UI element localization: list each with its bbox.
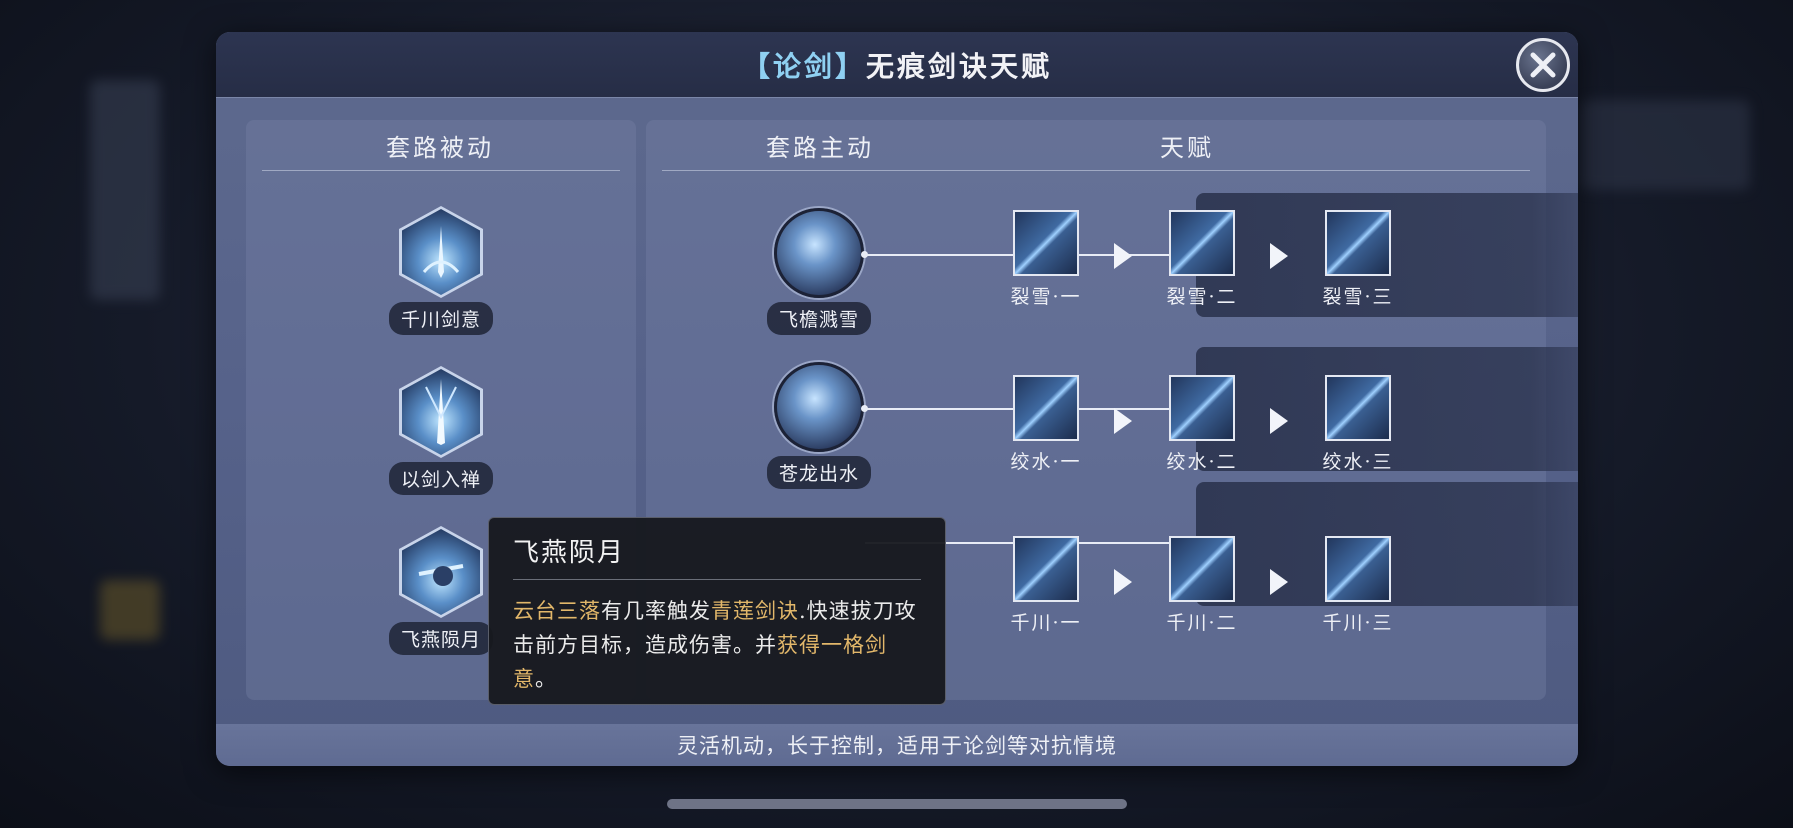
passive-heading: 套路被动 bbox=[386, 134, 494, 162]
talent-icon bbox=[1169, 210, 1235, 276]
talent-label: 裂雪·一 bbox=[1010, 286, 1082, 308]
talent-label: 绞水·二 bbox=[1166, 451, 1238, 473]
talent-icon bbox=[1013, 375, 1079, 441]
home-indicator[interactable] bbox=[667, 799, 1127, 809]
dragon-water-icon bbox=[774, 362, 864, 452]
tooltip-text: 有几率触发 bbox=[601, 599, 711, 623]
talent-liexue-3[interactable]: 裂雪·三 bbox=[1293, 210, 1423, 309]
talent-qianchuan-2[interactable]: 千川·二 bbox=[1137, 536, 1267, 635]
arrow-right-icon bbox=[1270, 243, 1288, 269]
talent-jiaoshui-1[interactable]: 绞水·一 bbox=[981, 375, 1111, 474]
connector-dot bbox=[861, 251, 868, 258]
passive-skill-label: 以剑入禅 bbox=[388, 462, 493, 495]
title-text: 无痕剑诀天赋 bbox=[866, 49, 1053, 83]
talent-jiaoshui-2[interactable]: 绞水·二 bbox=[1137, 375, 1267, 474]
title-bar: 【论剑】无痕剑诀天赋 bbox=[216, 32, 1578, 98]
tooltip-text: 。 bbox=[535, 667, 557, 691]
talent-icon bbox=[1013, 210, 1079, 276]
title-bracket-close: 】 bbox=[835, 49, 867, 83]
sword-aura-icon bbox=[402, 209, 480, 295]
talent-qianchuan-1[interactable]: 千川·一 bbox=[981, 536, 1111, 635]
talent-qianchuan-3[interactable]: 千川·三 bbox=[1293, 536, 1423, 635]
passive-skill-label: 千川剑意 bbox=[388, 302, 493, 335]
tooltip-body: 云台三落有几率触发青莲剑诀.快速拔刀攻击前方目标，造成伤害。并获得一格剑意。 bbox=[513, 594, 921, 696]
passive-skill-1[interactable]: 千川剑意 bbox=[381, 206, 501, 335]
talent-liexue-1[interactable]: 裂雪·一 bbox=[981, 210, 1111, 309]
active-heading: 套路主动 bbox=[766, 134, 874, 162]
talent-icon bbox=[1325, 536, 1391, 602]
talent-liexue-2[interactable]: 裂雪·二 bbox=[1137, 210, 1267, 309]
talent-label: 千川·二 bbox=[1166, 612, 1238, 634]
passive-skill-3[interactable]: 飞燕陨月 bbox=[381, 526, 501, 655]
active-skill-2[interactable]: 苍龙出水 bbox=[759, 362, 879, 489]
title-mode: 论剑 bbox=[772, 49, 835, 83]
tooltip-highlight: 青莲剑诀 bbox=[711, 599, 799, 623]
footer-description: 灵活机动，长于控制，适用于论剑等对抗情境 bbox=[216, 724, 1578, 766]
passive-divider bbox=[262, 170, 620, 171]
talent-label: 千川·三 bbox=[1322, 612, 1394, 634]
close-x-icon bbox=[1530, 52, 1556, 78]
tooltip-title: 飞燕陨月 bbox=[513, 532, 921, 580]
arrow-right-icon bbox=[1270, 408, 1288, 434]
sword-zen-icon bbox=[402, 369, 480, 455]
active-skill-1[interactable]: 飞檐溅雪 bbox=[759, 208, 879, 335]
title-bracket-open: 【 bbox=[741, 49, 773, 83]
arrow-right-icon bbox=[1114, 569, 1132, 595]
passive-skill-2[interactable]: 以剑入禅 bbox=[381, 366, 501, 495]
talent-label: 绞水·三 bbox=[1322, 451, 1394, 473]
active-divider bbox=[662, 170, 1530, 171]
close-button[interactable] bbox=[1516, 38, 1570, 92]
background-blur bbox=[90, 80, 160, 300]
swallow-moon-icon bbox=[402, 529, 480, 615]
talent-jiaoshui-3[interactable]: 绞水·三 bbox=[1293, 375, 1423, 474]
arrow-right-icon bbox=[1270, 569, 1288, 595]
tooltip-highlight: 云台三落 bbox=[513, 599, 601, 623]
talent-label: 绞水·一 bbox=[1010, 451, 1082, 473]
arrow-right-icon bbox=[1114, 243, 1132, 269]
skill-tooltip: 飞燕陨月 云台三落有几率触发青莲剑诀.快速拔刀攻击前方目标，造成伤害。并获得一格… bbox=[488, 517, 946, 705]
talent-label: 千川·一 bbox=[1010, 612, 1082, 634]
passive-skill-label: 飞燕陨月 bbox=[388, 622, 493, 655]
connector-dot bbox=[861, 405, 868, 412]
arrow-right-icon bbox=[1114, 408, 1132, 434]
talent-heading: 天赋 bbox=[1160, 134, 1214, 162]
talent-label: 裂雪·二 bbox=[1166, 286, 1238, 308]
talent-icon bbox=[1013, 536, 1079, 602]
talent-icon bbox=[1169, 536, 1235, 602]
flying-snow-icon bbox=[774, 208, 864, 298]
talent-icon bbox=[1325, 210, 1391, 276]
talent-label: 裂雪·三 bbox=[1322, 286, 1394, 308]
active-skill-label: 苍龙出水 bbox=[766, 456, 871, 489]
talent-icon bbox=[1169, 375, 1235, 441]
background-blur bbox=[100, 580, 160, 640]
active-skill-label: 飞檐溅雪 bbox=[766, 302, 871, 335]
talent-icon bbox=[1325, 375, 1391, 441]
modal-title: 【论剑】无痕剑诀天赋 bbox=[742, 45, 1052, 85]
background-blur bbox=[1580, 100, 1750, 190]
